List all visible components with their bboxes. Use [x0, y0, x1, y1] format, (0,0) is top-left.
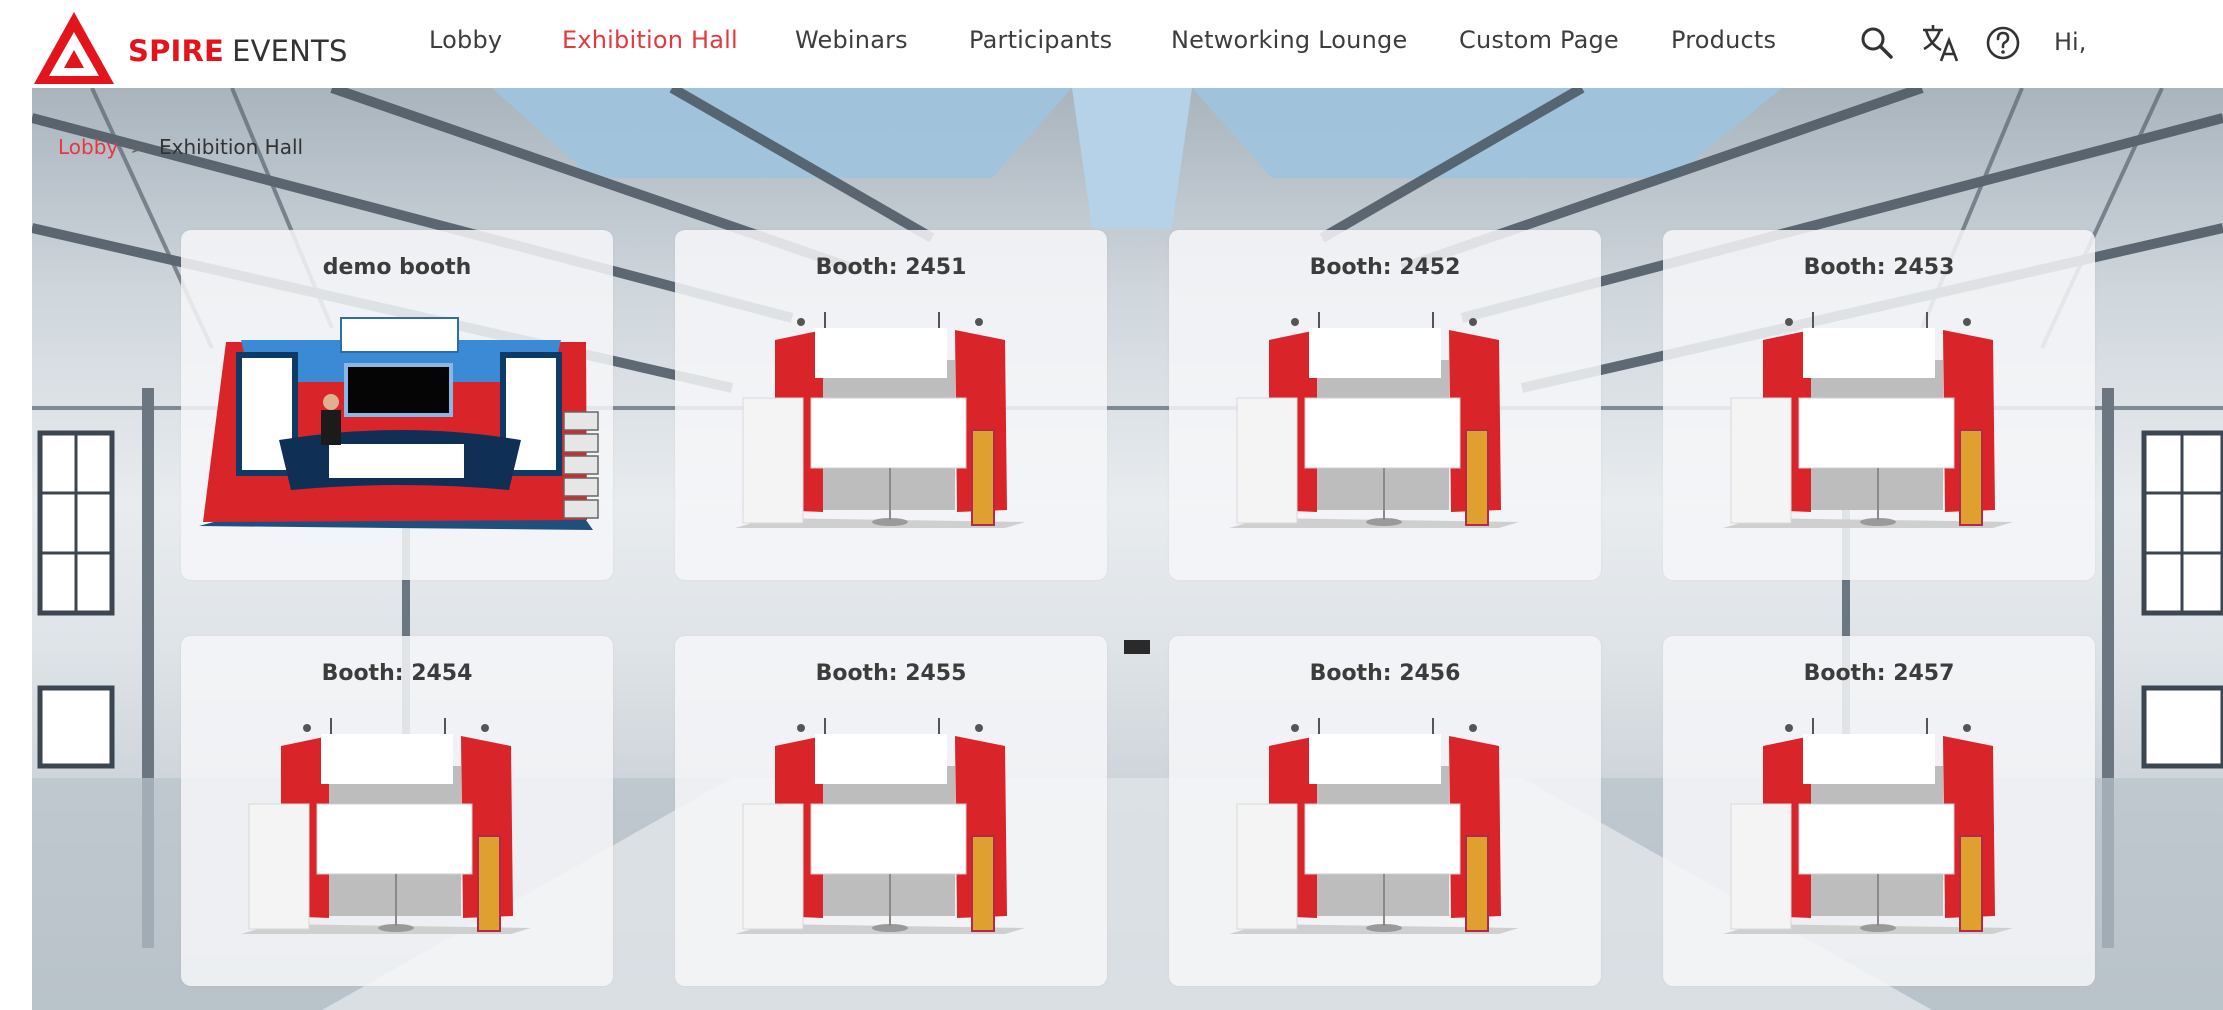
logo-brand-secondary: EVENTS [232, 33, 348, 68]
booth-card-2453[interactable]: Booth: 2453 [1663, 230, 2095, 580]
booth-card-2456[interactable]: Booth: 2456 [1169, 636, 1601, 986]
breadcrumb: Lobby > Exhibition Hall [58, 135, 303, 159]
standard-booth-illustration [1723, 312, 2013, 528]
standard-booth-illustration [1723, 718, 2013, 934]
nav-participants[interactable]: Participants [969, 26, 1112, 54]
logo-brand-primary: SPIRE [128, 33, 225, 68]
nav-products[interactable]: Products [1671, 26, 1776, 54]
spire-events-logo[interactable]: SPIRE EVENTS [32, 10, 348, 86]
booth-card-demo[interactable]: demo booth [181, 230, 613, 580]
nav-exhibition-hall[interactable]: Exhibition Hall [562, 26, 738, 54]
demo-booth-illustration [199, 317, 599, 530]
booth-card-2457[interactable]: Booth: 2457 [1663, 636, 2095, 986]
standard-booth-illustration [1229, 718, 1519, 934]
standard-booth-illustration [735, 312, 1025, 528]
nav-lobby[interactable]: Lobby [429, 26, 502, 54]
nav-custom-page[interactable]: Custom Page [1459, 26, 1619, 54]
standard-booth-illustration [735, 718, 1025, 934]
standard-booth-illustration [241, 718, 531, 934]
booth-card-2454[interactable]: Booth: 2454 [181, 636, 613, 986]
breadcrumb-lobby-link[interactable]: Lobby [58, 135, 118, 159]
translate-icon[interactable] [1919, 22, 1961, 64]
booth-card-2455[interactable]: Booth: 2455 [675, 636, 1107, 986]
top-navigation-bar: SPIRE EVENTS Lobby Exhibition Hall Webina… [0, 0, 2223, 88]
nav-networking-lounge[interactable]: Networking Lounge [1171, 26, 1407, 54]
booth-card-2451[interactable]: Booth: 2451 [675, 230, 1107, 580]
help-icon[interactable] [1982, 22, 2024, 64]
user-greeting[interactable]: Hi, [2054, 28, 2086, 56]
logo-wordmark: SPIRE EVENTS [128, 33, 348, 68]
breadcrumb-separator: > [130, 135, 148, 159]
breadcrumb-current: Exhibition Hall [159, 135, 304, 159]
nav-webinars[interactable]: Webinars [795, 26, 908, 54]
standard-booth-illustration [1229, 312, 1519, 528]
logo-triangle-icon [34, 12, 114, 84]
booth-card-2452[interactable]: Booth: 2452 [1169, 230, 1601, 580]
search-icon[interactable] [1856, 22, 1898, 64]
